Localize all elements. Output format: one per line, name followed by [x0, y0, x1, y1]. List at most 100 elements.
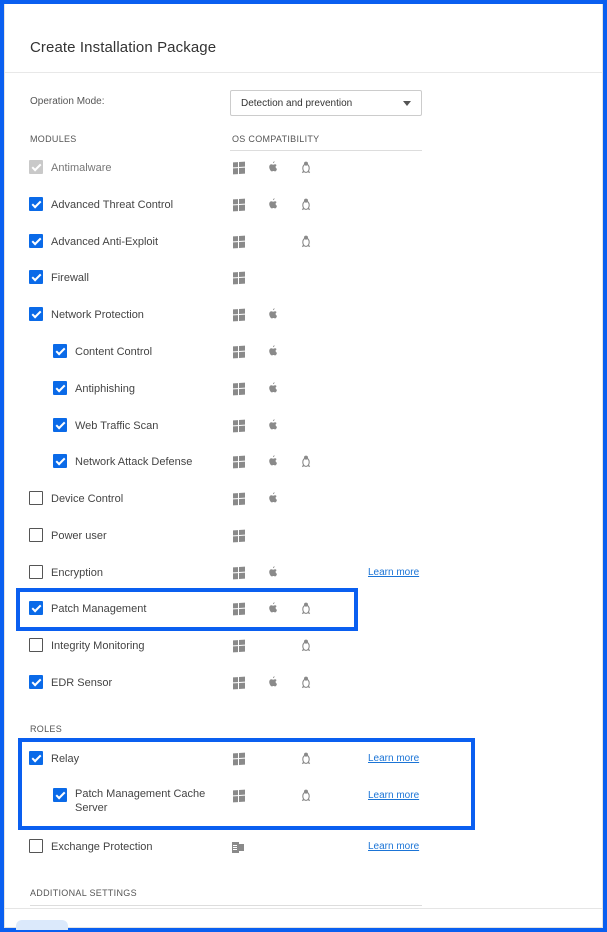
os-compatibility-header: OS COMPATIBILITY [232, 134, 320, 144]
network-attack-defense-label: Network Attack Defense [75, 456, 193, 468]
module-row-network-protection: Network Protection [0, 305, 607, 325]
module-row-advanced-threat-control: Advanced Threat Control [0, 195, 607, 215]
linux-icon [299, 454, 313, 468]
chevron-down-icon [403, 101, 411, 106]
module-row-antimalware: Antimalware [0, 158, 607, 178]
module-row-antiphishing: Antiphishing [0, 379, 607, 399]
check-icon [55, 345, 66, 356]
header-underline [230, 150, 422, 151]
linux-icon [299, 675, 313, 689]
additional-settings-divider [30, 905, 422, 906]
operation-mode-label: Operation Mode: [30, 96, 105, 107]
exchange-protection-label: Exchange Protection [51, 841, 153, 853]
module-row-encryption: Encryption Learn more [0, 563, 607, 583]
integrity-monitoring-checkbox[interactable] [29, 638, 43, 652]
dialog-title: Create Installation Package [30, 39, 217, 56]
check-icon [31, 235, 42, 246]
check-icon [55, 419, 66, 430]
windows-icon [232, 528, 246, 543]
windows-icon [232, 270, 246, 285]
check-icon [31, 161, 42, 172]
antimalware-label: Antimalware [51, 162, 112, 174]
apple-icon [265, 160, 279, 174]
web-traffic-scan-label: Web Traffic Scan [75, 420, 159, 432]
firewall-checkbox[interactable] [29, 270, 43, 284]
network-protection-checkbox[interactable] [29, 307, 43, 321]
module-row-integrity-monitoring: Integrity Monitoring [0, 636, 607, 656]
encryption-label: Encryption [51, 567, 103, 579]
edr-sensor-checkbox[interactable] [29, 675, 43, 689]
antiphishing-checkbox[interactable] [53, 381, 67, 395]
windows-icon [232, 381, 246, 396]
linux-icon [299, 197, 313, 211]
encryption-learn-more-link[interactable]: Learn more [368, 567, 419, 578]
integrity-monitoring-label: Integrity Monitoring [51, 640, 145, 652]
network-protection-label: Network Protection [51, 309, 144, 321]
apple-icon [265, 307, 279, 321]
windows-icon [232, 491, 246, 506]
module-row-power-user: Power user [0, 526, 607, 546]
power-user-label: Power user [51, 530, 107, 542]
check-icon [31, 198, 42, 209]
advanced-anti-exploit-label: Advanced Anti-Exploit [51, 236, 159, 248]
check-icon [31, 271, 42, 282]
windows-icon [232, 234, 246, 249]
windows-icon [232, 307, 246, 322]
module-row-firewall: Firewall [0, 268, 607, 288]
network-attack-defense-checkbox[interactable] [53, 454, 67, 468]
web-traffic-scan-checkbox[interactable] [53, 418, 67, 432]
apple-icon [265, 675, 279, 689]
module-row-web-traffic-scan: Web Traffic Scan [0, 416, 607, 436]
footer-button[interactable] [16, 920, 68, 930]
windows-icon [232, 565, 246, 580]
apple-icon [265, 197, 279, 211]
exchange-protection-checkbox[interactable] [29, 839, 43, 853]
module-row-advanced-anti-exploit: Advanced Anti-Exploit [0, 232, 607, 252]
exchange-icon [232, 839, 246, 853]
operation-mode-value: Detection and prevention [241, 98, 353, 109]
windows-icon [232, 454, 246, 469]
apple-icon [265, 491, 279, 505]
role-row-exchange-protection: Exchange Protection Learn more [0, 837, 607, 857]
highlight-relay-roles [18, 738, 475, 830]
windows-icon [232, 344, 246, 359]
modules-header: MODULES [30, 134, 77, 144]
content-control-checkbox[interactable] [53, 344, 67, 358]
edr-sensor-label: EDR Sensor [51, 677, 113, 689]
advanced-threat-control-checkbox[interactable] [29, 197, 43, 211]
windows-icon [232, 418, 246, 433]
roles-header: ROLES [30, 724, 63, 734]
operation-mode-select[interactable]: Detection and prevention [230, 90, 422, 116]
windows-icon [232, 675, 246, 690]
module-row-edr-sensor: EDR Sensor [0, 673, 607, 693]
check-icon [31, 676, 42, 687]
apple-icon [265, 418, 279, 432]
firewall-label: Firewall [51, 272, 89, 284]
advanced-anti-exploit-checkbox[interactable] [29, 234, 43, 248]
apple-icon [265, 454, 279, 468]
windows-icon [232, 197, 246, 212]
apple-icon [265, 565, 279, 579]
device-control-checkbox[interactable] [29, 491, 43, 505]
apple-icon [265, 381, 279, 395]
encryption-checkbox[interactable] [29, 565, 43, 579]
check-icon [55, 455, 66, 466]
antiphishing-label: Antiphishing [75, 383, 135, 395]
antimalware-checkbox [29, 160, 43, 174]
module-row-device-control: Device Control [0, 489, 607, 509]
header-divider [5, 72, 602, 73]
linux-icon [299, 234, 313, 248]
power-user-checkbox[interactable] [29, 528, 43, 542]
exchange-protection-learn-more-link[interactable]: Learn more [368, 841, 419, 852]
footer-divider [5, 908, 602, 909]
module-row-network-attack-defense: Network Attack Defense [0, 452, 607, 472]
content-control-label: Content Control [75, 346, 153, 358]
device-control-label: Device Control [51, 493, 124, 505]
module-row-content-control: Content Control [0, 342, 607, 362]
linux-icon [299, 160, 313, 174]
additional-settings-header: ADDITIONAL SETTINGS [30, 888, 137, 898]
highlight-patch-management [16, 588, 358, 631]
windows-icon [232, 638, 246, 653]
windows-icon [232, 160, 246, 175]
check-icon [31, 308, 42, 319]
